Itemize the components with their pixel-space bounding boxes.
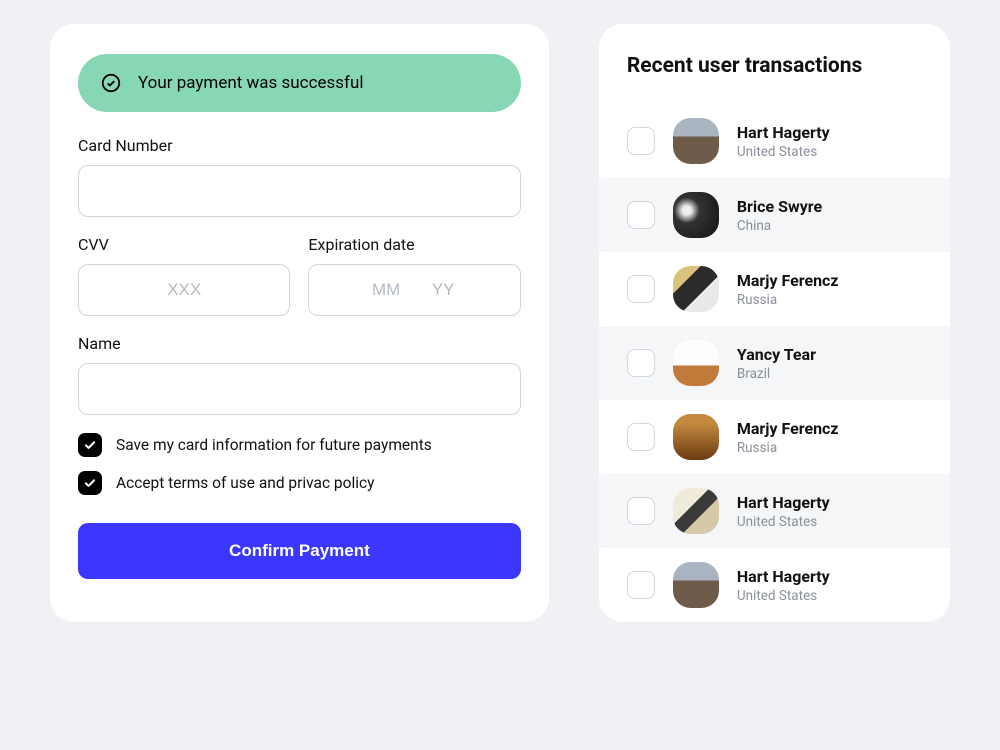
- transaction-checkbox[interactable]: [627, 497, 655, 525]
- transaction-name: Marjy Ferencz: [737, 271, 839, 290]
- save-info-row[interactable]: Save my card information for future paym…: [78, 433, 521, 457]
- transaction-checkbox[interactable]: [627, 201, 655, 229]
- transaction-checkbox[interactable]: [627, 423, 655, 451]
- expiration-group: Expiration date: [308, 235, 520, 316]
- name-input[interactable]: [78, 363, 521, 415]
- save-info-checkbox[interactable]: [78, 433, 102, 457]
- transaction-row: Yancy Tear Brazil: [599, 326, 950, 400]
- terms-label: Accept terms of use and privac policy: [116, 474, 374, 492]
- transaction-info: Brice Swyre China: [737, 197, 822, 234]
- transaction-info: Yancy Tear Brazil: [737, 345, 816, 382]
- transaction-country: Russia: [737, 292, 839, 308]
- cvv-group: CVV: [78, 235, 290, 316]
- avatar: [673, 266, 719, 312]
- transaction-row: Hart Hagerty United States: [599, 474, 950, 548]
- avatar: [673, 562, 719, 608]
- transaction-checkbox[interactable]: [627, 349, 655, 377]
- payment-form-card: Your payment was successful Card Number …: [50, 24, 549, 622]
- transaction-checkbox[interactable]: [627, 571, 655, 599]
- terms-row[interactable]: Accept terms of use and privac policy: [78, 471, 521, 495]
- expiration-mm-input[interactable]: [364, 280, 409, 300]
- transaction-name: Hart Hagerty: [737, 493, 830, 512]
- transaction-row: Brice Swyre China: [599, 178, 950, 252]
- transaction-info: Marjy Ferencz Russia: [737, 419, 839, 456]
- card-number-group: Card Number: [78, 136, 521, 217]
- transaction-info: Hart Hagerty United States: [737, 123, 830, 160]
- transaction-country: Russia: [737, 440, 839, 456]
- avatar: [673, 118, 719, 164]
- card-number-label: Card Number: [78, 136, 521, 155]
- transactions-card: Recent user transactions Hart Hagerty Un…: [599, 24, 950, 622]
- expiration-yy-input[interactable]: [421, 280, 466, 300]
- name-label: Name: [78, 334, 521, 353]
- transaction-checkbox[interactable]: [627, 275, 655, 303]
- transactions-title: Recent user transactions: [627, 54, 922, 78]
- transaction-row: Marjy Ferencz Russia: [599, 400, 950, 474]
- transaction-info: Hart Hagerty United States: [737, 567, 830, 604]
- transaction-row: Hart Hagerty United States: [599, 548, 950, 622]
- name-group: Name: [78, 334, 521, 415]
- check-circle-icon: [100, 72, 122, 94]
- transaction-info: Marjy Ferencz Russia: [737, 271, 839, 308]
- expiration-label: Expiration date: [308, 235, 520, 254]
- transaction-name: Hart Hagerty: [737, 567, 830, 586]
- transaction-name: Hart Hagerty: [737, 123, 830, 142]
- transaction-info: Hart Hagerty United States: [737, 493, 830, 530]
- avatar: [673, 340, 719, 386]
- transaction-country: China: [737, 218, 822, 234]
- cvv-input[interactable]: [78, 264, 290, 316]
- avatar: [673, 414, 719, 460]
- check-icon: [83, 438, 97, 452]
- transaction-country: United States: [737, 144, 830, 160]
- card-number-input[interactable]: [78, 165, 521, 217]
- transaction-checkbox[interactable]: [627, 127, 655, 155]
- transaction-name: Marjy Ferencz: [737, 419, 839, 438]
- avatar: [673, 488, 719, 534]
- transaction-name: Yancy Tear: [737, 345, 816, 364]
- transaction-name: Brice Swyre: [737, 197, 822, 216]
- confirm-payment-button[interactable]: Confirm Payment: [78, 523, 521, 579]
- save-info-label: Save my card information for future paym…: [116, 436, 432, 454]
- terms-checkbox[interactable]: [78, 471, 102, 495]
- avatar: [673, 192, 719, 238]
- cvv-label: CVV: [78, 235, 290, 254]
- transaction-country: United States: [737, 514, 830, 530]
- check-icon: [83, 476, 97, 490]
- expiration-input-wrap: [308, 264, 520, 316]
- transaction-row: Hart Hagerty United States: [599, 104, 950, 178]
- transaction-row: Marjy Ferencz Russia: [599, 252, 950, 326]
- success-alert-text: Your payment was successful: [138, 73, 363, 93]
- success-alert: Your payment was successful: [78, 54, 521, 112]
- transaction-country: United States: [737, 588, 830, 604]
- transaction-country: Brazil: [737, 366, 816, 382]
